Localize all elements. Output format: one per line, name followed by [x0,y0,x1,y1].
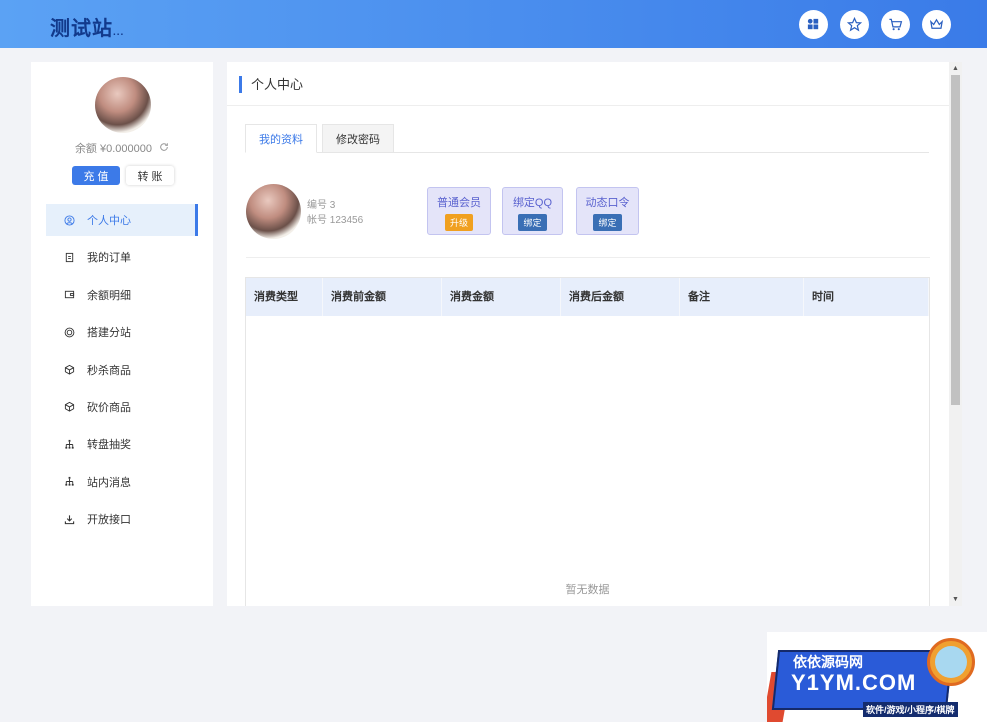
cart-icon[interactable] [881,10,910,39]
column-header[interactable]: 消费前金额 [323,278,442,316]
sidebar-item-label: 转盘抽奖 [87,439,131,452]
sidebar-item-label: 余额明细 [87,289,131,302]
sidebar: 余额 ¥0.000000 充 值 转 账 个人中心 我的订单 余额明细 搭建分站… [31,62,213,606]
star-icon[interactable] [840,10,869,39]
site-icon [64,327,75,338]
watermark-logo: 依依源码网 Y1YM.COM 软件/游戏/小程序/棋牌 [767,632,987,722]
avatar [246,184,301,239]
sidebar-item-balance[interactable]: 余额明细 [46,279,198,311]
sidebar-item-label: 个人中心 [87,215,131,227]
sidebar-item-label: 搭建分站 [87,327,131,340]
table-header: 消费类型 消费前金额 消费金额 消费后金额 备注 时间 [246,278,929,316]
sidebar-item-bargain[interactable]: 砍价商品 [46,391,198,423]
sidebar-item-subsite[interactable]: 搭建分站 [46,316,198,348]
empty-state: 暂无数据 [565,584,610,596]
sidebar-item-label: 秒杀商品 [87,364,131,377]
user-ids: 编号 3 帐号 123456 [307,198,363,228]
column-header[interactable]: 消费金额 [442,278,561,316]
sidebar-item-open-api[interactable]: 开放接口 [46,503,198,535]
apps-icon[interactable] [799,10,828,39]
balance-line: 余额 ¥0.000000 [31,140,213,156]
top-icon-group [799,10,951,39]
scroll-down-arrow-icon[interactable]: ▼ [949,593,962,606]
logo-text: 测试站 [50,18,113,40]
order-icon [64,252,75,263]
sidebar-item-profile[interactable]: 个人中心 [46,204,198,236]
badge-title: 动态口令 [585,197,630,209]
sidebar-menu: 个人中心 我的订单 余额明细 搭建分站 秒杀商品 砍价商品 转盘抽奖 站内消息 [46,204,198,541]
tab-bar: 我的资料 修改密码 [245,124,929,153]
column-header[interactable]: 消费类型 [246,278,323,316]
recharge-button[interactable]: 充 值 [72,166,120,185]
bind-qq-badge: 绑定QQ 绑定 [502,187,563,235]
avatar[interactable] [95,77,151,133]
divider [227,105,949,106]
transfer-button[interactable]: 转 账 [126,166,174,185]
membership-badge: 普通会员 升级 [427,187,491,235]
user-id: 编号 3 [307,200,336,211]
account-id: 帐号 123456 [307,215,364,226]
consumption-table: 消费类型 消费前金额 消费金额 消费后金额 备注 时间 暂无数据 [245,277,930,606]
sidebar-item-orders[interactable]: 我的订单 [46,241,198,273]
scrollbar-thumb[interactable] [951,75,960,405]
sidebar-item-label: 我的订单 [87,252,131,265]
watermark-title: 依依源码网 [793,654,863,670]
page-title: 个人中心 [239,76,303,93]
balance-actions: 充 值 转 账 [72,166,174,185]
main-panel: 个人中心 我的资料 修改密码 编号 3 帐号 123456 普通会员 升级 绑定… [227,62,949,606]
sitemap-icon [64,476,75,487]
top-bar: 测试站... [0,0,987,48]
sidebar-item-label: 站内消息 [87,476,131,489]
bind-qq-button[interactable]: 绑定 [518,214,547,231]
badge-title: 绑定QQ [512,197,553,209]
sidebar-item-flash-sale[interactable]: 秒杀商品 [46,354,198,386]
divider [246,257,930,258]
tab-change-password[interactable]: 修改密码 [322,124,394,153]
column-header[interactable]: 时间 [804,278,929,316]
sidebar-item-label: 开放接口 [87,514,131,527]
column-header[interactable]: 备注 [680,278,804,316]
box-icon [64,364,75,375]
scrollbar[interactable]: ▲ ▼ [949,62,962,606]
dynamic-token-badge: 动态口令 绑定 [576,187,639,235]
refresh-icon[interactable] [159,142,169,155]
sidebar-item-messages[interactable]: 站内消息 [46,466,198,498]
logo-suffix: ... [113,27,125,38]
upgrade-button[interactable]: 升级 [444,214,473,231]
column-header[interactable]: 消费后金额 [561,278,680,316]
watermark-tagline: 软件/游戏/小程序/棋牌 [863,702,958,717]
balance-text: 余额 ¥0.000000 [74,143,152,155]
scroll-up-arrow-icon[interactable]: ▲ [949,62,962,75]
bind-token-button[interactable]: 绑定 [593,214,622,231]
download-icon [64,514,75,525]
crown-icon[interactable] [922,10,951,39]
box-icon [64,401,75,413]
watermark-domain: Y1YM.COM [791,670,917,695]
site-logo[interactable]: 测试站... [50,12,124,41]
badge-title: 普通会员 [437,197,481,209]
sidebar-item-lottery[interactable]: 转盘抽奖 [46,428,198,460]
tab-my-info[interactable]: 我的资料 [245,124,317,153]
wallet-icon [64,289,75,300]
user-circle-icon [64,214,75,226]
sitemap-icon [64,439,75,450]
sidebar-item-label: 砍价商品 [87,401,131,414]
